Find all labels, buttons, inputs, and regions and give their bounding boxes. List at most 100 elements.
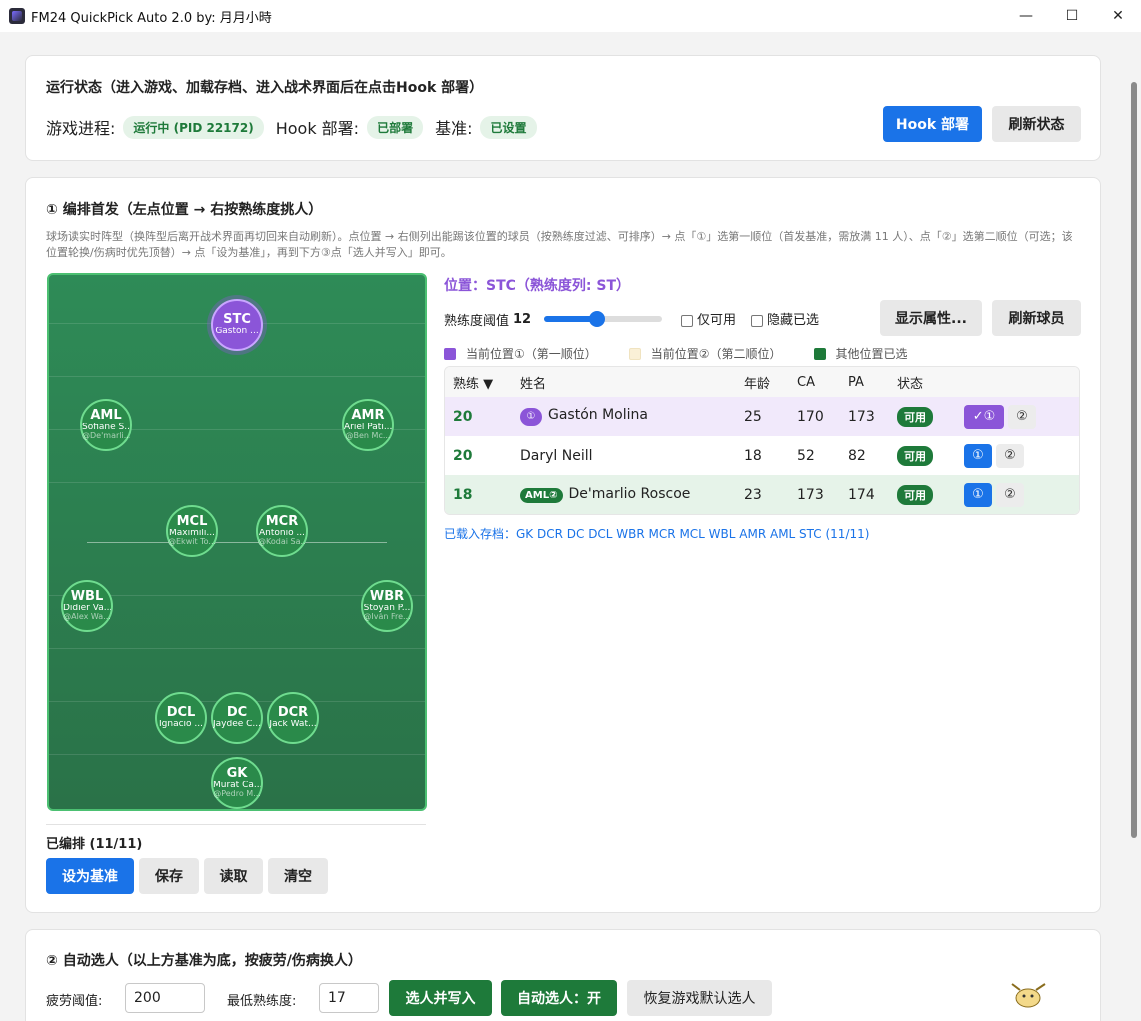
slot-position: MCL bbox=[176, 514, 208, 530]
slot-position: AML bbox=[90, 408, 122, 424]
pick-second-button[interactable]: ② bbox=[996, 443, 1024, 468]
row-tag-other: AML② bbox=[520, 488, 563, 503]
col-pa-header[interactable]: PA bbox=[848, 375, 897, 390]
refresh-status-button[interactable]: 刷新状态 bbox=[992, 106, 1081, 142]
save-button[interactable]: 保存 bbox=[139, 858, 199, 894]
status-title: 运行状态（进入游戏、加载存档、进入战术界面后在点击Hook 部署） bbox=[46, 80, 484, 96]
player-slot-mcl[interactable]: MCL Maximili... @Ekwit To... bbox=[166, 505, 218, 557]
base-badge: 已设置 bbox=[480, 115, 537, 139]
slot-position: MCR bbox=[265, 514, 299, 530]
position-title: 位置：STC（熟练度列: ST） bbox=[444, 278, 631, 294]
loaded-save-info: 已载入存档：GK DCR DC DCL WBR MCR MCL WBL AMR … bbox=[444, 527, 870, 541]
set-base-button[interactable]: 设为基准 bbox=[46, 858, 134, 894]
pick-second-button[interactable]: ② bbox=[1008, 404, 1036, 429]
pick-and-write-button[interactable]: 选人并写入 bbox=[389, 980, 492, 1016]
pick-first-button[interactable]: ① bbox=[964, 482, 992, 507]
close-button[interactable]: ✕ bbox=[1095, 0, 1141, 32]
cell-age: 25 bbox=[744, 408, 762, 425]
base-label: 基准: bbox=[435, 119, 473, 138]
player-slot-wbr[interactable]: WBR Stoyan P... @Iván Fre... bbox=[361, 580, 413, 632]
window-title: FM24 QuickPick Auto 2.0 by: 月月小時 bbox=[31, 10, 272, 26]
hide-selected-label: 隐藏已选 bbox=[767, 313, 820, 328]
slot-player-name: Sofiane S... bbox=[82, 422, 130, 432]
cell-pa: 173 bbox=[848, 408, 875, 425]
slot-position: DC bbox=[226, 705, 248, 721]
game-process-label: 游戏进程: bbox=[46, 119, 116, 138]
player-slot-mcr[interactable]: MCR Antonio ... @Kodai Sa... bbox=[256, 505, 308, 557]
cell-name: De'marlio Roscoe bbox=[568, 486, 691, 502]
legend-first-label: 当前位置①（第一顺位） bbox=[466, 347, 597, 361]
player-slot-dc[interactable]: DC Jaydee C... bbox=[211, 692, 263, 744]
auto-pick-card: ② 自动选人（以上方基准为底，按疲劳/伤病换人） 疲劳阈值: 200 最低熟练度… bbox=[25, 929, 1101, 1021]
fatigue-input[interactable]: 200 bbox=[125, 983, 205, 1013]
maximize-button[interactable]: ☐ bbox=[1049, 0, 1095, 32]
legend-swatch-first bbox=[444, 347, 456, 360]
slot-position: AMR bbox=[351, 408, 385, 424]
cell-name: Gastón Molina bbox=[548, 407, 648, 424]
row-tag-first: ① bbox=[520, 407, 542, 426]
legend-other-label: 其他位置已选 bbox=[835, 347, 908, 361]
pick-first-button[interactable]: ① bbox=[964, 443, 992, 468]
scrollbar-thumb[interactable] bbox=[1131, 82, 1137, 838]
status-card: 运行状态（进入游戏、加载存档、进入战术界面后在点击Hook 部署） 游戏进程: … bbox=[25, 55, 1101, 161]
pick-first-button[interactable]: ✓① bbox=[964, 404, 1004, 429]
cell-rank: 20 bbox=[453, 408, 473, 425]
show-attributes-button[interactable]: 显示属性... bbox=[880, 300, 982, 336]
slot-position: DCR bbox=[277, 705, 309, 721]
clear-button[interactable]: 清空 bbox=[268, 858, 328, 894]
auto-pick-toggle[interactable]: 自动选人：开 bbox=[501, 980, 617, 1016]
slot-position: GK bbox=[226, 766, 248, 782]
load-button[interactable]: 读取 bbox=[204, 858, 263, 894]
status-badge: 可用 bbox=[897, 445, 933, 466]
only-available-label: 仅可用 bbox=[697, 313, 737, 328]
player-slot-gk[interactable]: GK Murat Ca... @Pedro M... bbox=[211, 757, 263, 809]
table-row[interactable]: 20 Daryl Neill 18 52 82 可用 ①② bbox=[445, 436, 1079, 475]
pick-second-button[interactable]: ② bbox=[996, 482, 1024, 507]
slot-second-player: @Ben Mc... bbox=[345, 432, 391, 441]
table-header: 熟练 ▼ 姓名 年龄 CA PA 状态 bbox=[445, 367, 1079, 397]
minimize-button[interactable]: — bbox=[1003, 0, 1049, 32]
col-status-header[interactable]: 状态 bbox=[897, 373, 964, 392]
slot-position: WBR bbox=[369, 589, 405, 605]
title-bar: FM24 QuickPick Auto 2.0 by: 月月小時 — ☐ ✕ bbox=[0, 0, 1141, 32]
cell-pa: 174 bbox=[848, 486, 875, 503]
restore-default-button[interactable]: 恢复游戏默认选人 bbox=[627, 980, 772, 1016]
refresh-players-button[interactable]: 刷新球员 bbox=[992, 300, 1081, 336]
player-slot-stc[interactable]: STC Gastón ... bbox=[211, 299, 263, 351]
player-slot-dcr[interactable]: DCR Jack Wat... bbox=[267, 692, 319, 744]
legend-swatch-other bbox=[813, 347, 826, 360]
player-slot-dcl[interactable]: DCL Ignacio ... bbox=[155, 692, 207, 744]
hook-deploy-button[interactable]: Hook 部署 bbox=[883, 106, 982, 142]
slot-player-name: Jaydee C... bbox=[213, 720, 261, 730]
status-badge: 可用 bbox=[897, 484, 933, 505]
slot-player-name: Stoyan P... bbox=[363, 603, 411, 613]
cell-rank: 20 bbox=[453, 447, 473, 464]
col-age-header[interactable]: 年龄 bbox=[744, 373, 797, 392]
table-row[interactable]: 18 AML② De'marlio Roscoe 23 173 174 可用 ①② bbox=[445, 475, 1079, 514]
player-slot-wbl[interactable]: WBL Didier Va... @Alex Wa... bbox=[61, 580, 113, 632]
player-slot-amr[interactable]: AMR Ariel Pati... @Ben Mc... bbox=[342, 399, 394, 451]
fatigue-label: 疲劳阈值: bbox=[46, 994, 103, 1009]
arranged-count: 已编排 (11/11) bbox=[46, 837, 143, 852]
slot-second-player: @Ekwit To... bbox=[168, 538, 216, 547]
lineup-description: 球场读实时阵型（换阵型后离开战术界面再切回来自动刷新）。点位置 → 右侧列出能踢… bbox=[46, 230, 1073, 259]
players-table: 熟练 ▼ 姓名 年龄 CA PA 状态 20 ① Gastón Molina 25… bbox=[444, 366, 1080, 515]
threshold-slider[interactable] bbox=[544, 311, 662, 327]
min-proficiency-label: 最低熟练度: bbox=[227, 994, 297, 1009]
col-rank-header[interactable]: 熟练 ▼ bbox=[445, 373, 520, 392]
hide-selected-checkbox[interactable]: 隐藏已选 bbox=[751, 309, 819, 328]
min-proficiency-input[interactable]: 17 bbox=[319, 983, 379, 1013]
player-slot-aml[interactable]: AML Sofiane S... @De'marli... bbox=[80, 399, 132, 451]
col-name-header[interactable]: 姓名 bbox=[520, 373, 744, 392]
only-available-checkbox[interactable]: 仅可用 bbox=[681, 309, 736, 328]
cell-age: 23 bbox=[744, 486, 762, 503]
col-ca-header[interactable]: CA bbox=[797, 375, 848, 390]
cell-ca: 173 bbox=[797, 486, 824, 503]
hook-badge: 已部署 bbox=[367, 115, 424, 139]
slot-position: DCL bbox=[166, 705, 196, 721]
vertical-scrollbar[interactable] bbox=[1127, 32, 1141, 1021]
cell-name: Daryl Neill bbox=[520, 447, 593, 464]
cell-ca: 52 bbox=[797, 447, 815, 464]
slot-player-name: Ignacio ... bbox=[159, 720, 203, 730]
table-row[interactable]: 20 ① Gastón Molina 25 170 173 可用 ✓① ② bbox=[445, 397, 1079, 436]
